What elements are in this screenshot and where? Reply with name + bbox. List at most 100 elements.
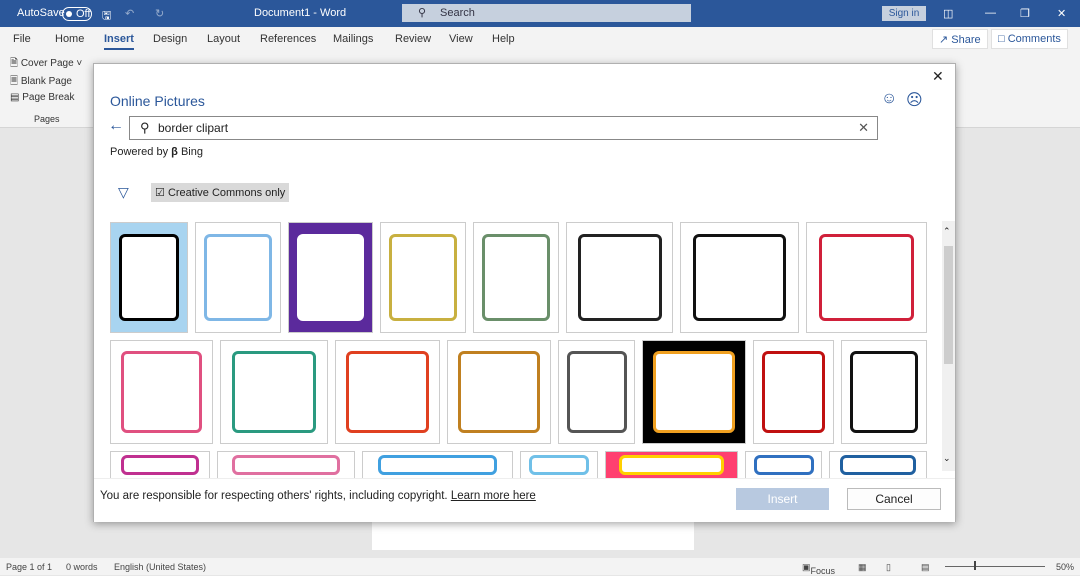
thumbnail-image xyxy=(120,454,200,476)
sign-in-button[interactable]: Sign in xyxy=(882,6,926,21)
zoom-level[interactable]: 50% xyxy=(1056,562,1074,572)
ribbon-display-icon[interactable]: ◫ xyxy=(943,7,953,20)
result-thumbnail[interactable] xyxy=(288,222,373,333)
tab-review[interactable]: Review xyxy=(395,33,431,45)
result-thumbnail[interactable] xyxy=(605,451,738,479)
language[interactable]: English (United States) xyxy=(114,562,206,572)
disclaimer: You are responsible for respecting other… xyxy=(100,490,536,502)
save-icon[interactable]: 🖫 xyxy=(102,7,111,26)
tab-insert[interactable]: Insert xyxy=(104,33,134,50)
redo-icon[interactable]: ↻ xyxy=(155,7,164,20)
creative-commons-filter[interactable]: ☑ Creative Commons only xyxy=(151,183,290,202)
search-value: border clipart xyxy=(158,121,229,135)
tab-home[interactable]: Home xyxy=(55,33,84,45)
result-thumbnail[interactable] xyxy=(566,222,673,333)
comments-label: Comments xyxy=(1007,33,1061,45)
scrollbar-thumb[interactable] xyxy=(944,246,953,364)
blank-page-label: Blank Page xyxy=(20,76,72,87)
read-mode-icon[interactable]: ▦ xyxy=(858,562,867,573)
disclaimer-text: You are responsible for respecting other… xyxy=(100,490,448,502)
tab-design[interactable]: Design xyxy=(153,33,187,45)
back-arrow-icon[interactable]: ← xyxy=(108,117,124,135)
comment-icon: □ xyxy=(998,33,1008,45)
search-placeholder: Search xyxy=(440,7,475,19)
result-thumbnail[interactable] xyxy=(220,340,328,444)
undo-icon[interactable]: ↶ xyxy=(125,7,134,20)
result-thumbnail[interactable] xyxy=(217,451,355,479)
thumbnail-image xyxy=(619,454,724,476)
result-thumbnail[interactable] xyxy=(745,451,822,479)
tab-layout[interactable]: Layout xyxy=(207,33,240,45)
status-bar: Page 1 of 1 0 words English (United Stat… xyxy=(0,558,1080,576)
scroll-up-icon[interactable]: ⌃ xyxy=(943,226,951,237)
page-break-button[interactable]: ▤ Page Break xyxy=(10,92,75,103)
result-thumbnail[interactable] xyxy=(110,222,188,333)
result-thumbnail[interactable] xyxy=(520,451,598,479)
focus-button[interactable]: ▣ Focus xyxy=(802,562,835,576)
tab-file[interactable]: File xyxy=(13,33,31,45)
result-thumbnail[interactable] xyxy=(753,340,834,444)
thumbnail-image xyxy=(231,351,317,433)
web-layout-icon[interactable]: ▤ xyxy=(921,562,930,573)
result-thumbnail[interactable] xyxy=(680,222,799,333)
scroll-down-icon[interactable]: ⌄ xyxy=(943,453,951,464)
result-thumbnail[interactable] xyxy=(642,340,746,444)
tab-references[interactable]: References xyxy=(260,33,316,45)
cancel-button[interactable]: Cancel xyxy=(847,488,941,510)
checkbox-checked-icon[interactable]: ☑ xyxy=(155,187,165,199)
page-break-label: Page Break xyxy=(22,92,75,103)
search-icon: ⚲ xyxy=(418,7,427,19)
word-count[interactable]: 0 words xyxy=(66,562,98,572)
restore-button[interactable]: ❐ xyxy=(1020,7,1030,20)
thumbnail-image xyxy=(566,351,627,433)
result-thumbnail[interactable] xyxy=(362,451,513,479)
thumbnail-image xyxy=(377,454,498,476)
powered-by: Powered by β Bing xyxy=(110,146,203,158)
print-layout-icon[interactable]: ▯ xyxy=(886,562,891,573)
comments-button[interactable]: □ Comments xyxy=(991,29,1068,49)
powered-by-label: Powered by xyxy=(110,146,169,158)
autosave-toggle[interactable]: Off xyxy=(62,7,92,21)
minimize-button[interactable]: — xyxy=(985,7,996,19)
result-thumbnail[interactable] xyxy=(335,340,440,444)
tab-view[interactable]: View xyxy=(449,33,473,45)
thumbnail-image xyxy=(839,454,917,476)
bing-logo-icon: β xyxy=(171,146,178,158)
thumbnail-image xyxy=(818,233,915,322)
search-box[interactable]: ⚲ Search xyxy=(402,4,691,22)
zoom-slider[interactable] xyxy=(945,566,1045,567)
page-count[interactable]: Page 1 of 1 xyxy=(6,562,52,572)
thumbnail-image xyxy=(458,351,540,433)
thumbnail-image xyxy=(231,454,341,476)
result-thumbnail[interactable] xyxy=(473,222,559,333)
result-thumbnail[interactable] xyxy=(829,451,927,479)
results-scrollbar[interactable]: ⌃ ⌄ xyxy=(942,221,955,471)
frown-feedback-icon[interactable]: ☹ xyxy=(906,90,923,110)
result-thumbnail[interactable] xyxy=(841,340,927,444)
thumbnail-image xyxy=(692,233,787,322)
result-thumbnail[interactable] xyxy=(806,222,927,333)
result-thumbnail[interactable] xyxy=(380,222,466,333)
smile-feedback-icon[interactable]: ☺ xyxy=(881,90,897,108)
clear-search-icon[interactable]: ✕ xyxy=(858,120,869,136)
result-thumbnail[interactable] xyxy=(110,340,213,444)
insert-button[interactable]: Insert xyxy=(736,488,829,510)
close-dialog-button[interactable]: ✕ xyxy=(932,68,944,85)
cover-page-button[interactable]: 🗎 Cover Page ˅ xyxy=(10,56,82,73)
blank-page-button[interactable]: 🗏 Blank Page xyxy=(10,74,72,91)
autosave-label: AutoSave xyxy=(17,7,65,19)
result-thumbnail[interactable] xyxy=(195,222,281,333)
pages-group-label: Pages xyxy=(34,114,60,124)
picture-search-input[interactable]: ⚲ border clipart ✕ xyxy=(129,116,878,140)
result-thumbnail[interactable] xyxy=(558,340,635,444)
result-thumbnail[interactable] xyxy=(110,451,210,479)
filter-icon[interactable]: ▽ xyxy=(118,184,129,201)
result-thumbnail[interactable] xyxy=(447,340,551,444)
filter-label: Creative Commons only xyxy=(167,187,286,199)
close-window-button[interactable]: ✕ xyxy=(1057,7,1066,20)
tab-mailings[interactable]: Mailings xyxy=(333,33,373,45)
share-button[interactable]: ↗ Share xyxy=(932,29,988,49)
zoom-slider-handle[interactable] xyxy=(974,561,976,570)
tab-help[interactable]: Help xyxy=(492,33,515,45)
learn-more-link[interactable]: Learn more here xyxy=(451,490,536,502)
